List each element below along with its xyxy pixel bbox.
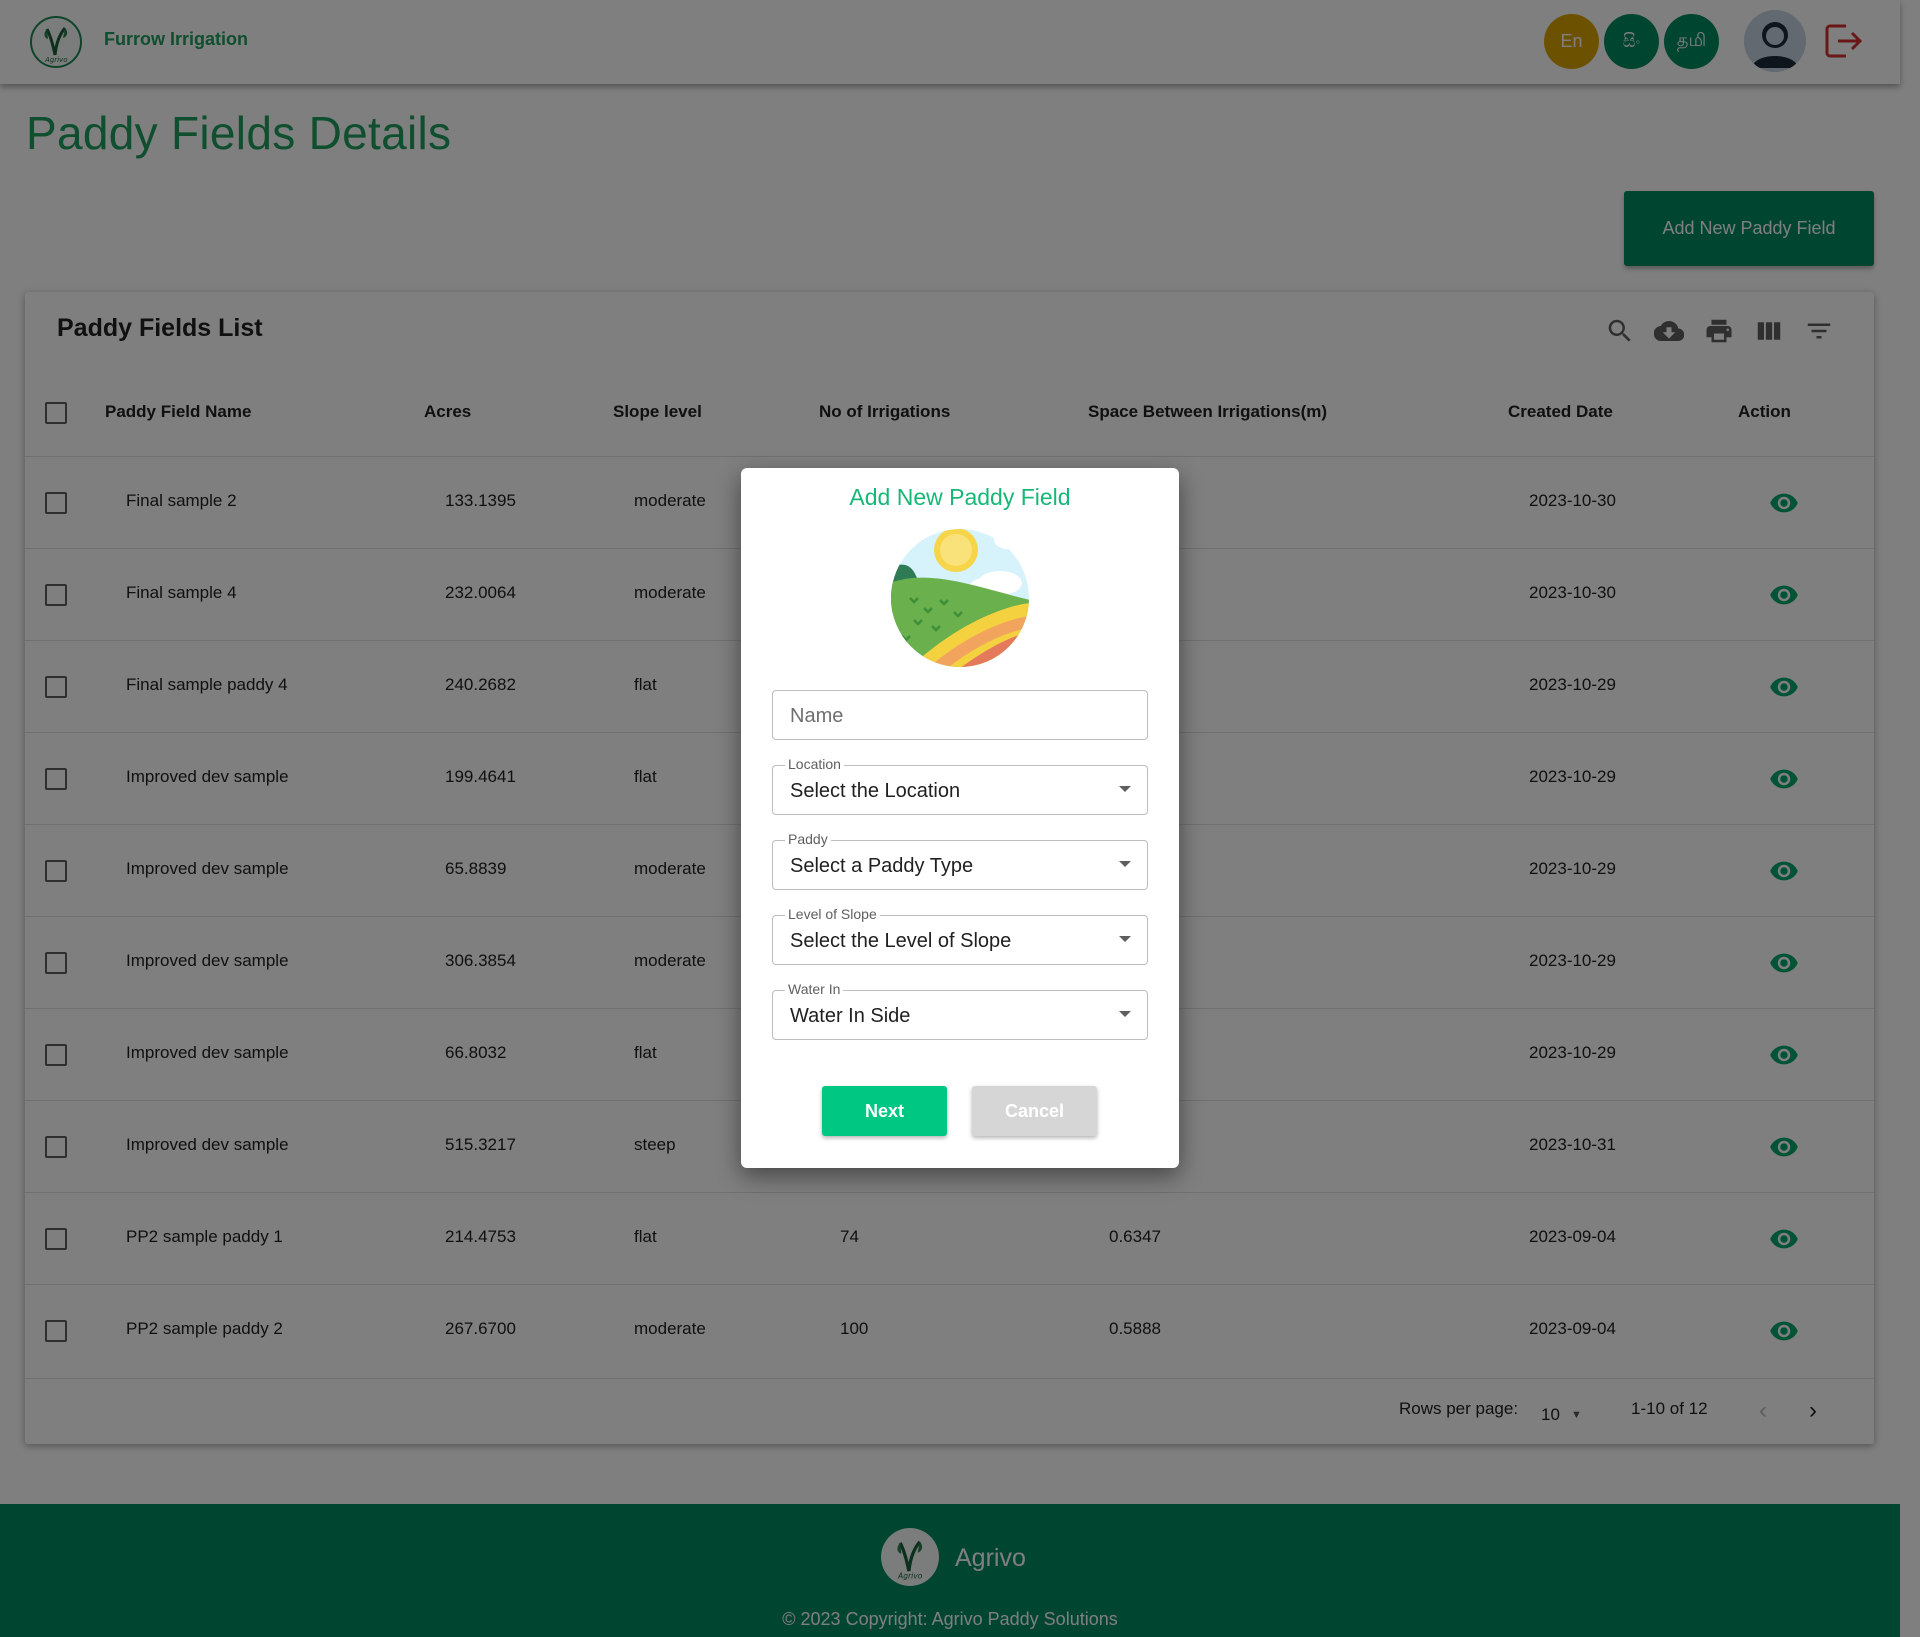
paddy-label: Paddy	[785, 831, 831, 847]
cancel-button[interactable]: Cancel	[972, 1086, 1097, 1136]
water-in-select[interactable]: Water In Water In Side	[772, 981, 1148, 1040]
name-field[interactable]: Name	[772, 690, 1148, 740]
dropdown-arrow-icon[interactable]	[1119, 861, 1131, 867]
water-in-value: Water In Side	[790, 1005, 911, 1027]
location-label: Location	[785, 756, 844, 772]
dialog-title: Add New Paddy Field	[849, 484, 1071, 510]
slope-label: Level of Slope	[785, 906, 880, 922]
dropdown-arrow-icon[interactable]	[1119, 786, 1131, 792]
location-select[interactable]: Location Select the Location	[772, 756, 1148, 815]
field-landscape-icon	[891, 529, 1029, 667]
location-value: Select the Location	[790, 780, 961, 802]
next-button[interactable]: Next	[822, 1086, 947, 1136]
water-in-label: Water In	[785, 981, 844, 997]
paddy-value: Select a Paddy Type	[790, 855, 974, 877]
slope-value: Select the Level of Slope	[790, 930, 1012, 952]
name-placeholder: Name	[790, 705, 844, 727]
dropdown-arrow-icon[interactable]	[1119, 1011, 1131, 1017]
paddy-type-select[interactable]: Paddy Select a Paddy Type	[772, 831, 1148, 890]
add-paddy-field-dialog: Add New Paddy Field Name Location Select…	[741, 468, 1179, 1168]
slope-level-select[interactable]: Level of Slope Select the Level of Slope	[772, 906, 1148, 965]
dropdown-arrow-icon[interactable]	[1119, 936, 1131, 942]
